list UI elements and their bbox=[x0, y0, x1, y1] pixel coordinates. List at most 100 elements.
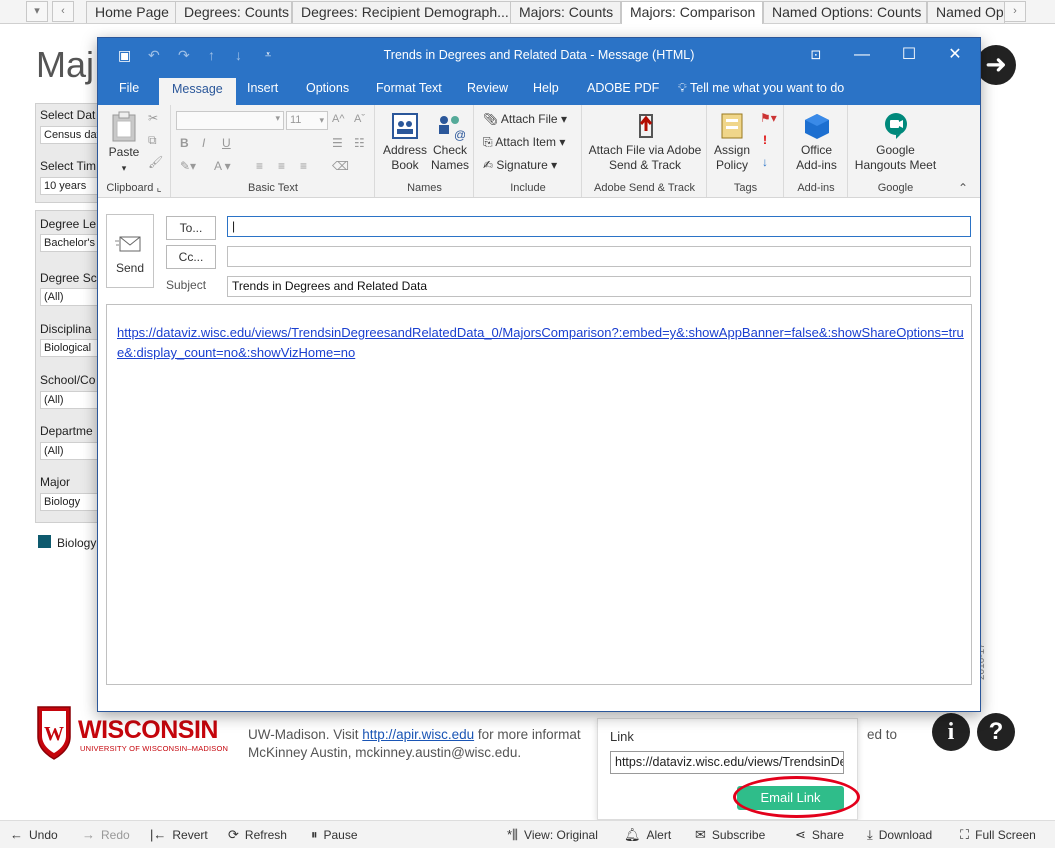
collapse-ribbon-icon[interactable]: ⌃ bbox=[958, 181, 968, 195]
cc-field[interactable] bbox=[227, 246, 971, 267]
signature-button[interactable]: ✍︎ Signature ▾ bbox=[483, 158, 557, 172]
revert-button[interactable]: |← Revert bbox=[150, 827, 208, 842]
download-icon: ⤓ bbox=[867, 827, 873, 842]
help-icon[interactable]: ? bbox=[977, 713, 1015, 751]
tab-majors-counts[interactable]: Majors: Counts bbox=[510, 1, 621, 23]
body-link[interactable]: https://dataviz.wisc.edu/views/TrendsinD… bbox=[117, 323, 967, 363]
svg-text:W: W bbox=[44, 723, 64, 745]
shrink-font-icon[interactable]: Aˇ bbox=[354, 113, 365, 125]
google-hangouts-meet-button[interactable]: Google Hangouts Meet bbox=[851, 111, 940, 173]
cc-button[interactable]: Cc... bbox=[166, 245, 216, 269]
to-field[interactable]: | bbox=[227, 216, 971, 237]
high-importance-icon[interactable]: ! bbox=[763, 133, 767, 147]
refresh-label: Refresh bbox=[244, 828, 287, 842]
adobe-send-track-label: Attach File via Adobe Send & Track bbox=[588, 143, 702, 172]
cut-icon[interactable]: ✂ bbox=[148, 111, 158, 125]
numbering-icon[interactable]: ☷ bbox=[354, 136, 365, 150]
tab-home-page[interactable]: Home Page bbox=[86, 1, 176, 23]
refresh-button[interactable]: ⟳ Refresh bbox=[228, 827, 287, 843]
full-screen-button[interactable]: ⛶ Full Screen bbox=[960, 827, 1036, 843]
follow-up-flag-icon[interactable]: ⚑▾ bbox=[760, 111, 777, 125]
format-painter-icon[interactable]: 🖌︎ bbox=[148, 155, 163, 169]
check-names-button[interactable]: @ Check Names bbox=[428, 111, 472, 173]
pause-label: Pause bbox=[323, 828, 358, 842]
grow-font-icon[interactable]: A^ bbox=[332, 113, 345, 125]
google-hangouts-label: Google Hangouts Meet bbox=[854, 143, 937, 172]
send-button[interactable]: Send bbox=[106, 214, 154, 288]
view-original-button[interactable]: *⫼ View: Original bbox=[507, 827, 598, 843]
menu-tab-format-text[interactable]: Format Text bbox=[376, 81, 442, 95]
font-color-icon[interactable]: A ▾ bbox=[214, 159, 231, 173]
menu-tab-file[interactable]: File bbox=[119, 81, 139, 95]
tab-menu-button[interactable]: ▾ bbox=[26, 1, 48, 22]
align-center-icon[interactable]: ≡ bbox=[278, 159, 285, 173]
maximize-icon[interactable]: ☐ bbox=[895, 44, 923, 66]
menu-tab-help[interactable]: Help bbox=[533, 81, 559, 95]
ribbon-display-options-icon[interactable]: ⊡ bbox=[802, 44, 830, 66]
menu-tab-review[interactable]: Review bbox=[467, 81, 508, 95]
clear-format-icon[interactable]: ⌫ bbox=[332, 159, 349, 173]
underline-icon[interactable]: U bbox=[222, 136, 231, 150]
paste-button[interactable]: Paste ▾ bbox=[106, 111, 142, 176]
highlight-icon[interactable]: ✎▾ bbox=[180, 159, 196, 173]
info-icon[interactable]: i bbox=[932, 713, 970, 751]
apir-link[interactable]: http://apir.wisc.edu bbox=[362, 727, 474, 742]
adobe-send-track-button[interactable]: Attach File via Adobe Send & Track bbox=[585, 111, 705, 173]
share-button[interactable]: ⋖ Share bbox=[795, 827, 844, 843]
subject-field[interactable]: Trends in Degrees and Related Data bbox=[227, 276, 971, 297]
tab-scroll-right-button[interactable]: › bbox=[1004, 1, 1026, 22]
minimize-icon[interactable]: — bbox=[848, 44, 876, 66]
signature-label: Signature bbox=[496, 158, 548, 172]
revert-label: Revert bbox=[172, 828, 208, 842]
download-label: Download bbox=[878, 828, 933, 842]
subscribe-label: Subscribe bbox=[711, 828, 766, 842]
send-envelope-icon bbox=[115, 236, 141, 252]
share-label: Share bbox=[811, 828, 844, 842]
assign-policy-button[interactable]: Assign Policy bbox=[710, 111, 754, 173]
tab-degrees-demographics[interactable]: Degrees: Recipient Demograph... bbox=[292, 1, 511, 23]
alert-button[interactable]: 🔔︎ Alert bbox=[624, 827, 671, 843]
redo-button[interactable]: → Redo bbox=[82, 827, 130, 842]
next-page-icon[interactable]: ➜ bbox=[976, 45, 1016, 85]
tab-scroll-left-button[interactable]: ‹ bbox=[52, 1, 74, 22]
text-cursor: | bbox=[232, 219, 236, 233]
undo-button[interactable]: ← Undo bbox=[10, 827, 58, 842]
tell-me-search[interactable]: 💡︎ Tell me what you want to do bbox=[678, 81, 844, 96]
close-icon[interactable]: ✕ bbox=[941, 44, 969, 66]
attach-item-button[interactable]: ⎘ Attach Item ▾ bbox=[483, 135, 565, 150]
menu-tab-insert[interactable]: Insert bbox=[247, 81, 278, 95]
footer-text-right: ed to bbox=[867, 727, 898, 742]
address-book-button[interactable]: Address Book bbox=[382, 111, 428, 173]
align-right-icon[interactable]: ≡ bbox=[300, 159, 307, 173]
check-names-icon: @ bbox=[439, 116, 465, 141]
menu-tab-adobe-pdf[interactable]: ADOBE PDF bbox=[587, 81, 659, 95]
tab-named-options-counts[interactable]: Named Options: Counts bbox=[763, 1, 927, 23]
low-importance-icon[interactable]: ↓ bbox=[762, 155, 768, 169]
font-name-select[interactable]: ▾ bbox=[176, 111, 284, 130]
bold-icon[interactable]: B bbox=[180, 136, 189, 150]
copy-icon[interactable]: ⧉ bbox=[148, 133, 157, 148]
share-link-input[interactable]: https://dataviz.wisc.edu/views/TrendsinD… bbox=[610, 751, 844, 774]
tab-majors-comparison[interactable]: Majors: Comparison bbox=[621, 1, 763, 24]
to-button[interactable]: To... bbox=[166, 216, 216, 240]
align-left-icon[interactable]: ≡ bbox=[256, 159, 263, 173]
bullets-icon[interactable]: ☰ bbox=[332, 136, 343, 150]
download-button[interactable]: ⤓ Download bbox=[867, 827, 932, 843]
menu-tab-message[interactable]: Message bbox=[159, 78, 236, 105]
menu-tab-options[interactable]: Options bbox=[306, 81, 349, 95]
subscribe-button[interactable]: ✉ Subscribe bbox=[695, 827, 765, 843]
google-group-label: Google bbox=[877, 182, 914, 194]
office-add-ins-button[interactable]: Office Add-ins bbox=[789, 111, 844, 173]
group-google: Google Hangouts Meet Google bbox=[849, 105, 942, 197]
message-body[interactable]: https://dataviz.wisc.edu/views/TrendsinD… bbox=[106, 304, 972, 685]
view-icon: *⫼ bbox=[507, 827, 519, 842]
font-size-select[interactable]: 11 ▾ bbox=[286, 111, 328, 130]
tab-degrees-counts[interactable]: Degrees: Counts bbox=[175, 1, 292, 23]
pause-button[interactable]: ⏸ Pause bbox=[311, 827, 358, 843]
full-screen-label: Full Screen bbox=[975, 828, 1036, 842]
outlook-menu-bar: File Message Insert Options Format Text … bbox=[98, 75, 980, 105]
paperclip-icon: 📎︎ bbox=[483, 112, 501, 126]
italic-icon[interactable]: I bbox=[202, 136, 205, 150]
tab-named-options[interactable]: Named Op bbox=[927, 1, 1005, 23]
attach-file-button[interactable]: 📎︎ Attach File ▾ bbox=[483, 112, 567, 126]
